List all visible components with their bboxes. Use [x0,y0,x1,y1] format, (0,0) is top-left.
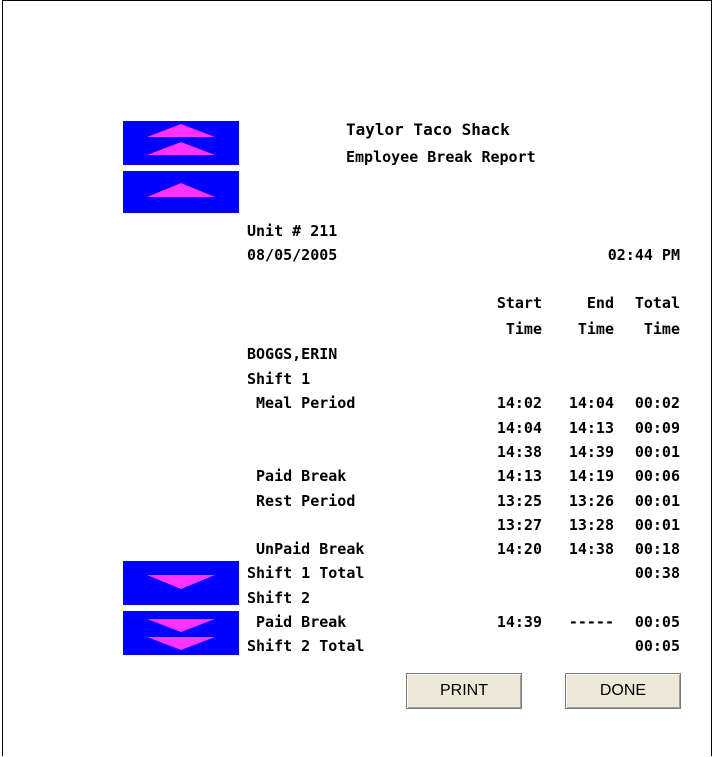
col-end-header: End [586,294,614,312]
page-up-button[interactable] [123,121,239,165]
col-start-header-2: Time [505,320,542,338]
row-end-time: 13:26 [568,492,614,510]
row-label: Shift 2 Total [247,637,365,655]
double-up-arrow-icon [147,124,215,155]
line-up-button[interactable] [123,171,239,213]
row-end-time: 14:13 [568,419,614,437]
col-total-header-2: Time [643,320,680,338]
row-label: Shift 1 [247,370,311,388]
row-total-time: 00:05 [634,637,680,655]
row-label: Shift 1 Total [247,564,365,582]
row-start-time: 14:39 [496,613,542,631]
report-title: Employee Break Report [346,148,536,166]
report-date: 08/05/2005 [247,246,338,264]
row-label: Meal Period [247,394,356,412]
row-end-time: 14:19 [568,467,614,485]
row-end-time: 14:04 [568,394,614,412]
row-start-time: 14:38 [496,443,542,461]
row-label: Paid Break [247,613,347,631]
row-start-time: 14:02 [496,394,542,412]
done-button[interactable]: DONE [565,673,681,709]
row-start-time: 14:20 [496,540,542,558]
row-total-time: 00:05 [634,613,680,631]
row-total-time: 00:02 [634,394,680,412]
page-down-button[interactable] [123,611,239,655]
row-label: UnPaid Break [247,540,365,558]
employee-name: BOGGS,ERIN [247,345,338,363]
line-down-button[interactable] [123,561,239,605]
col-start-header: Start [496,294,542,312]
unit-number: Unit # 211 [247,222,338,240]
row-total-time: 00:09 [634,419,680,437]
row-start-time: 14:13 [496,467,542,485]
row-end-time: 13:28 [568,516,614,534]
up-arrow-icon [147,183,215,197]
row-label: Shift 2 [247,589,311,607]
company-name: Taylor Taco Shack [346,120,510,139]
row-total-time: 00:38 [634,564,680,582]
row-total-time: 00:06 [634,467,680,485]
row-start-time: 13:27 [496,516,542,534]
row-total-time: 00:01 [634,443,680,461]
row-total-time: 00:01 [634,492,680,510]
col-total-header: Total [634,294,680,312]
row-label: Rest Period [247,492,356,510]
row-end-time: 14:38 [568,540,614,558]
row-end-time: ----- [568,613,614,631]
row-total-time: 00:01 [634,516,680,534]
row-end-time: 14:39 [568,443,614,461]
col-end-header-2: Time [577,320,614,338]
row-label: Paid Break [247,467,347,485]
double-down-arrow-icon [147,619,215,650]
down-arrow-icon [147,575,215,589]
row-start-time: 13:25 [496,492,542,510]
row-start-time: 14:04 [496,419,542,437]
row-total-time: 00:18 [634,540,680,558]
report-time: 02:44 PM [607,246,680,264]
print-button[interactable]: PRINT [406,673,522,709]
